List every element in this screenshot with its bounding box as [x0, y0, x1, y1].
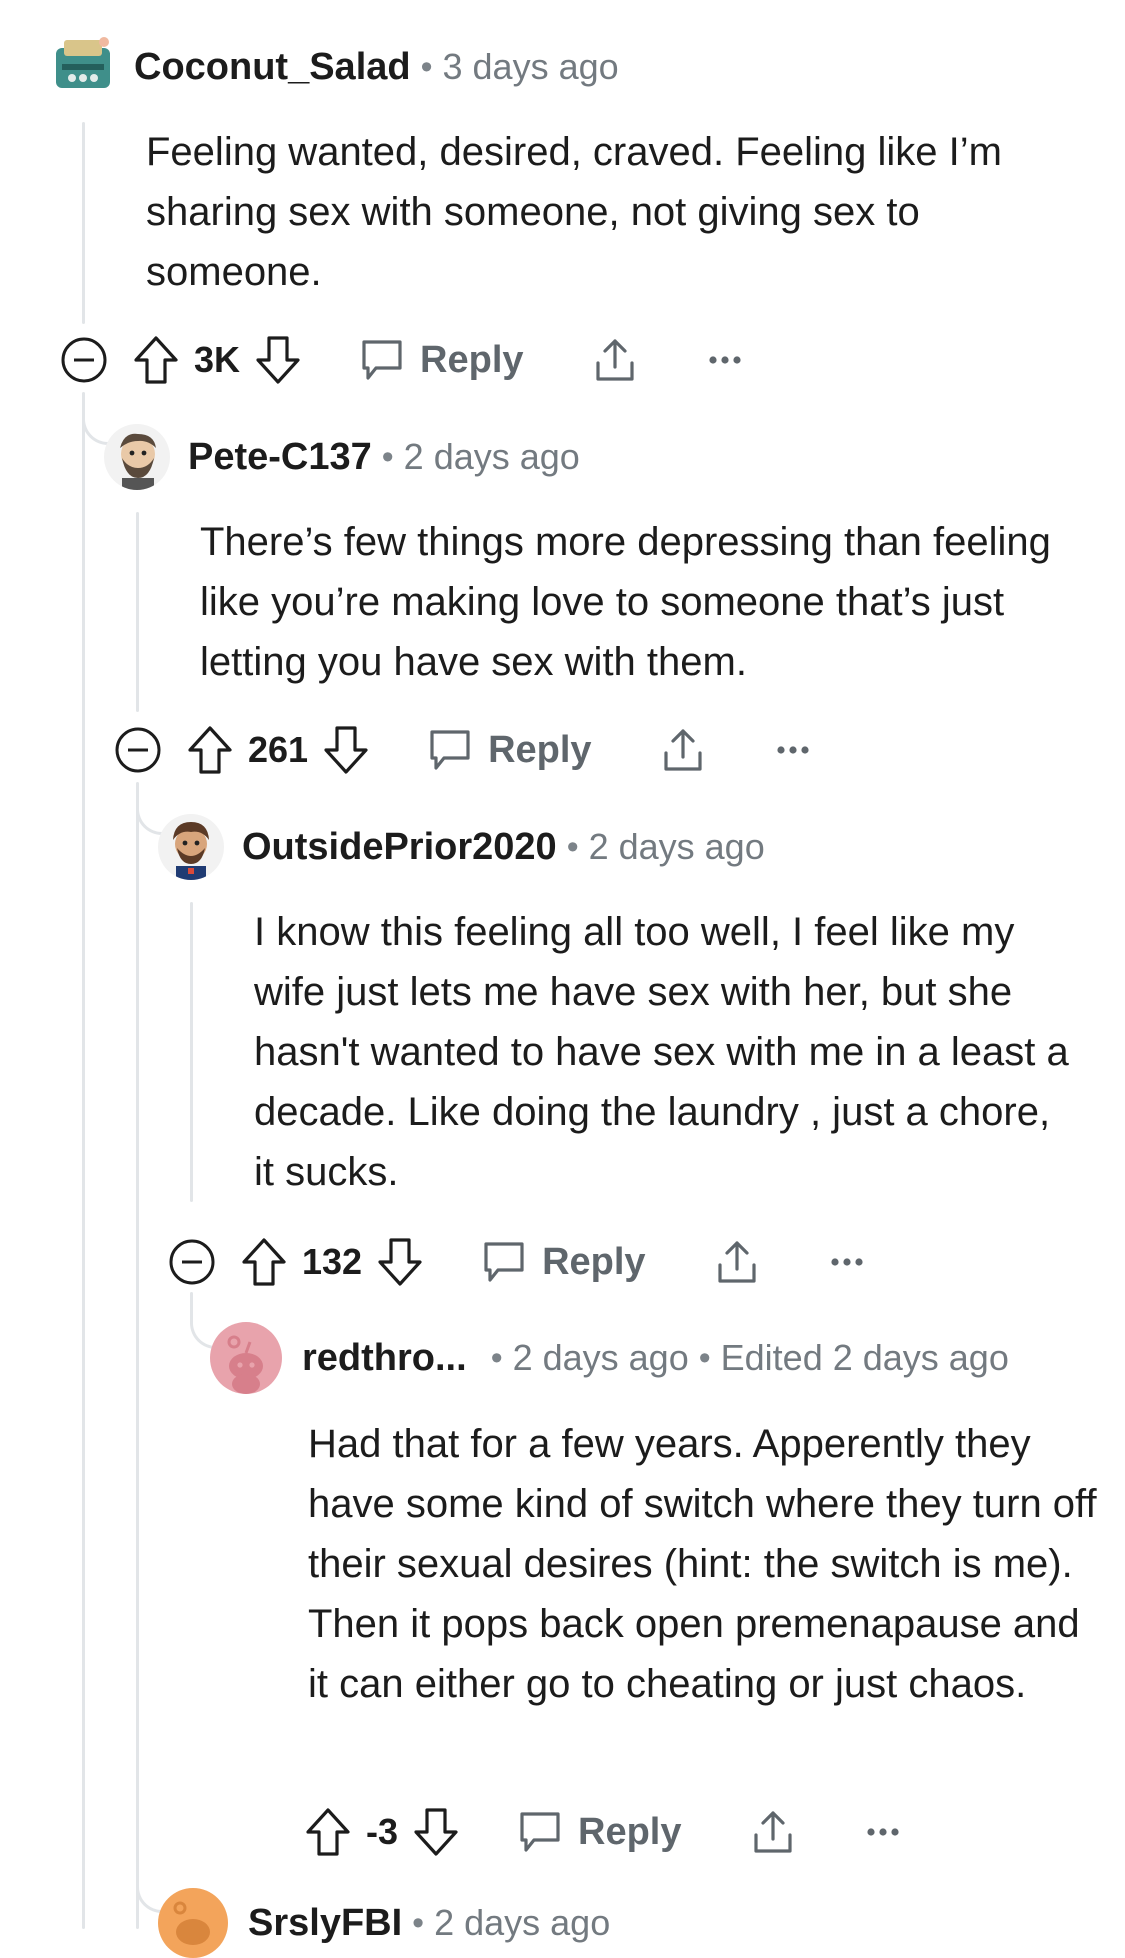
- reply-icon: [484, 1242, 524, 1282]
- edited-label: Edited 2 days ago: [720, 1337, 1009, 1378]
- share-icon[interactable]: [590, 335, 640, 385]
- separator-dot: •: [381, 437, 394, 476]
- thread-line-root: [82, 392, 85, 1929]
- username[interactable]: redthro...: [302, 1337, 467, 1380]
- comment-header: Coconut_Salad • 3 days ago: [50, 34, 619, 100]
- comment-header: redthro... • 2 days ago • Edited 2 days …: [210, 1322, 1009, 1394]
- upvote-icon[interactable]: [240, 1236, 288, 1288]
- upvote-icon[interactable]: [132, 334, 180, 386]
- comment-body: Had that for a few years. Apperently the…: [308, 1422, 1097, 1706]
- comment-header: Pete-C137 • 2 days ago: [104, 424, 580, 490]
- comment-header: SrslyFBI • 2 days ago: [158, 1888, 610, 1958]
- thread-line-level-3: [190, 902, 193, 1202]
- username[interactable]: OutsidePrior2020: [242, 826, 557, 869]
- timestamp: 2 days ago: [434, 1902, 611, 1943]
- reply-button[interactable]: Reply: [426, 726, 592, 774]
- comment-body: I know this feeling all too well, I feel…: [254, 910, 1069, 1194]
- reply-label: Reply: [542, 1240, 646, 1283]
- thread-line-level-2: [136, 512, 139, 712]
- orange-snoo-avatar-icon[interactable]: [158, 1888, 228, 1958]
- timestamp: 2 days ago: [588, 826, 765, 867]
- reply-label: Reply: [488, 728, 592, 771]
- thread-line-level-2b: [136, 782, 139, 1929]
- vote-score: 261: [248, 729, 309, 770]
- downvote-icon[interactable]: [254, 334, 302, 386]
- timestamp: 3 days ago: [442, 46, 619, 87]
- separator-dot: •: [566, 827, 579, 866]
- collapse-icon[interactable]: [114, 726, 162, 774]
- username[interactable]: SrslyFBI: [248, 1902, 402, 1945]
- comment-header: OutsidePrior2020 • 2 days ago: [158, 814, 765, 880]
- username[interactable]: Coconut_Salad: [134, 46, 411, 89]
- share-icon[interactable]: [712, 1237, 762, 1287]
- timestamp: 2 days ago: [512, 1337, 689, 1378]
- thread-line-level-1: [82, 122, 85, 324]
- more-options-icon[interactable]: [776, 744, 810, 756]
- upvote-icon[interactable]: [186, 724, 234, 776]
- separator-dot: •: [412, 1903, 425, 1942]
- collapse-icon[interactable]: [168, 1238, 216, 1286]
- collapse-icon[interactable]: [60, 336, 108, 384]
- more-options-icon[interactable]: [708, 354, 742, 366]
- comment-actions: 132 Reply: [168, 1232, 864, 1292]
- default-snoo-avatar-icon[interactable]: [210, 1322, 282, 1394]
- comment-actions: 261 Reply: [114, 720, 810, 780]
- share-icon[interactable]: [748, 1807, 798, 1857]
- reply-label: Reply: [420, 338, 524, 381]
- reply-icon: [430, 730, 470, 770]
- reply-icon: [520, 1812, 560, 1852]
- share-icon[interactable]: [658, 725, 708, 775]
- reply-icon: [362, 340, 402, 380]
- timestamp: 2 days ago: [403, 436, 580, 477]
- bearded-man-avatar-icon[interactable]: [104, 424, 170, 490]
- vote-score: 132: [302, 1241, 363, 1282]
- reply-label: Reply: [578, 1810, 682, 1853]
- brown-hair-avatar-icon[interactable]: [158, 814, 224, 880]
- separator-dot: •: [698, 1338, 711, 1377]
- separator-dot: •: [420, 47, 433, 86]
- separator-dot: •: [490, 1338, 503, 1377]
- downvote-icon[interactable]: [376, 1236, 424, 1288]
- reply-button[interactable]: Reply: [358, 336, 524, 384]
- vote-score: -3: [366, 1811, 399, 1852]
- upvote-icon[interactable]: [304, 1806, 352, 1858]
- more-options-icon[interactable]: [866, 1826, 900, 1838]
- typewriter-avatar-icon[interactable]: [50, 34, 116, 100]
- username[interactable]: Pete-C137: [188, 436, 372, 479]
- comment-body: There’s few things more depressing than …: [200, 520, 1051, 684]
- more-options-icon[interactable]: [830, 1256, 864, 1268]
- downvote-icon[interactable]: [322, 724, 370, 776]
- reply-button[interactable]: Reply: [480, 1238, 646, 1286]
- downvote-icon[interactable]: [412, 1806, 460, 1858]
- vote-score: 3K: [194, 339, 241, 380]
- comment-body: Feeling wanted, desired, craved. Feeling…: [146, 130, 1002, 294]
- comment-actions: -3 Reply: [304, 1802, 900, 1862]
- reply-button[interactable]: Reply: [516, 1808, 682, 1856]
- comment-actions: 3K Reply: [60, 330, 742, 390]
